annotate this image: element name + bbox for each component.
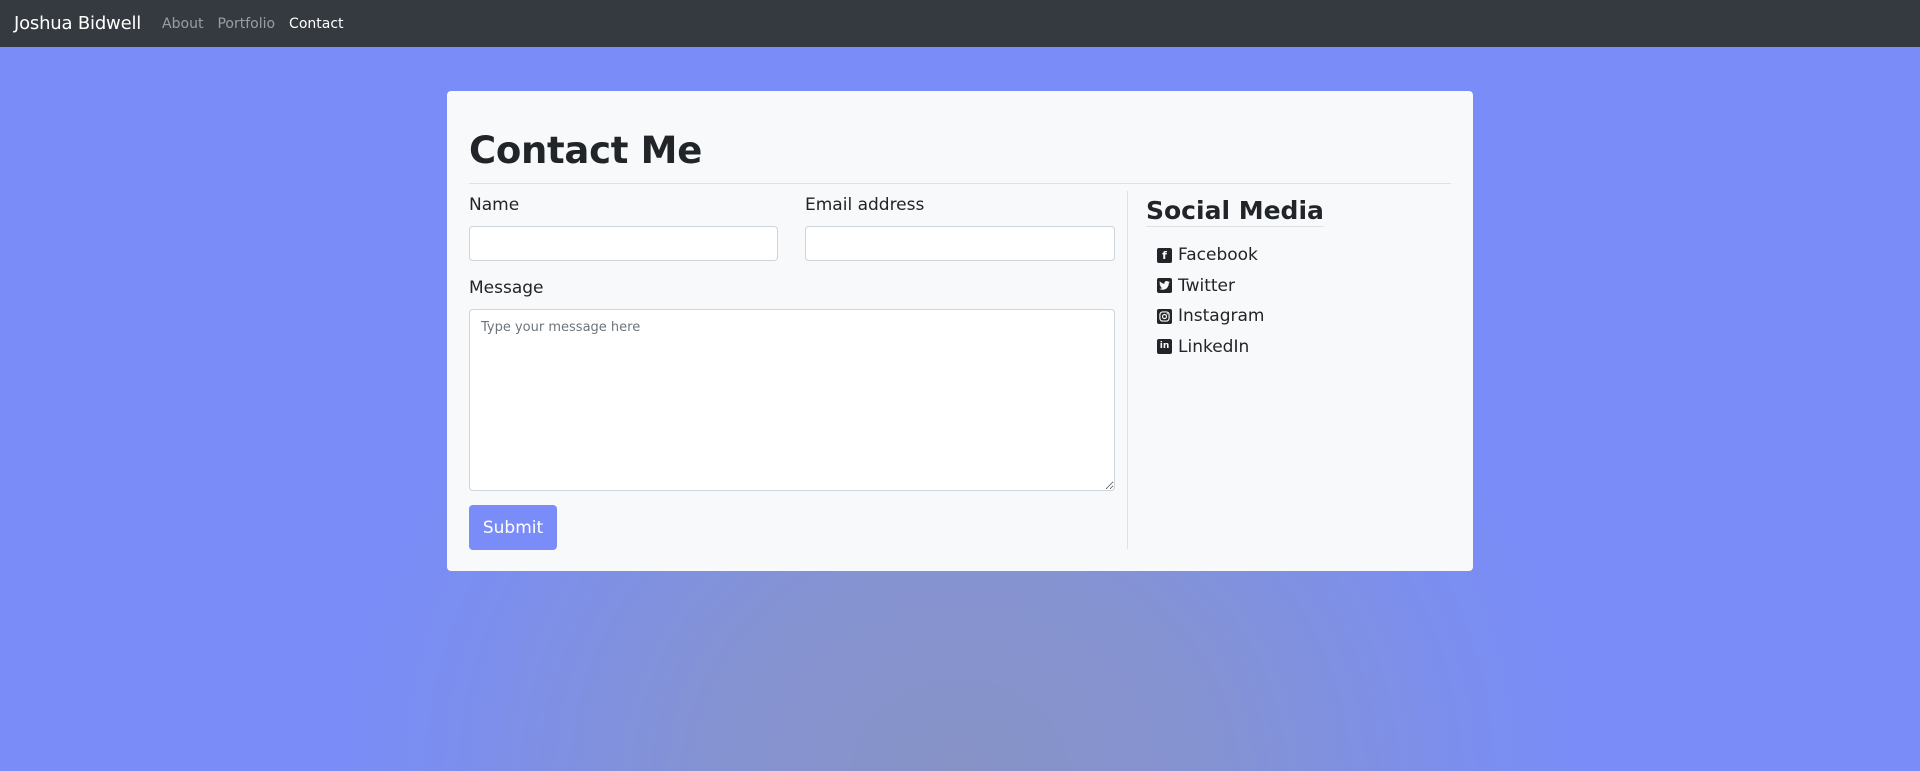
nav-link-portfolio[interactable]: Portfolio <box>217 16 275 32</box>
social-media-title: Social Media <box>1146 196 1324 227</box>
twitter-icon <box>1157 278 1172 294</box>
social-media-list: f Facebook Twitter Instagram in LinkedIn <box>1157 240 1265 362</box>
social-link-linkedin[interactable]: in LinkedIn <box>1157 332 1265 363</box>
email-field[interactable] <box>805 226 1115 261</box>
email-label: Email address <box>805 195 925 215</box>
social-link-label: Facebook <box>1178 245 1258 266</box>
name-field[interactable] <box>469 226 778 261</box>
nav-link-about[interactable]: About <box>162 16 203 32</box>
navbar: Joshua Bidwell About Portfolio Contact <box>0 0 1920 47</box>
social-link-label: LinkedIn <box>1178 336 1250 357</box>
name-label: Name <box>469 195 520 215</box>
nav-link-contact[interactable]: Contact <box>289 16 343 32</box>
social-link-instagram[interactable]: Instagram <box>1157 301 1265 332</box>
column-divider <box>1127 191 1128 549</box>
title-divider <box>469 183 1451 184</box>
instagram-icon <box>1157 308 1172 324</box>
submit-button[interactable]: Submit <box>469 505 557 550</box>
linkedin-icon: in <box>1157 339 1172 355</box>
brand-link[interactable]: Joshua Bidwell <box>14 13 141 34</box>
social-link-label: Instagram <box>1178 306 1265 327</box>
facebook-icon: f <box>1157 247 1172 263</box>
page-title: Contact Me <box>469 129 702 172</box>
social-link-label: Twitter <box>1178 275 1235 296</box>
contact-card: Contact Me Name Email address Message Su… <box>447 91 1473 571</box>
social-link-facebook[interactable]: f Facebook <box>1157 240 1265 271</box>
social-link-twitter[interactable]: Twitter <box>1157 271 1265 302</box>
message-textarea[interactable] <box>469 309 1115 491</box>
message-label: Message <box>469 278 544 298</box>
